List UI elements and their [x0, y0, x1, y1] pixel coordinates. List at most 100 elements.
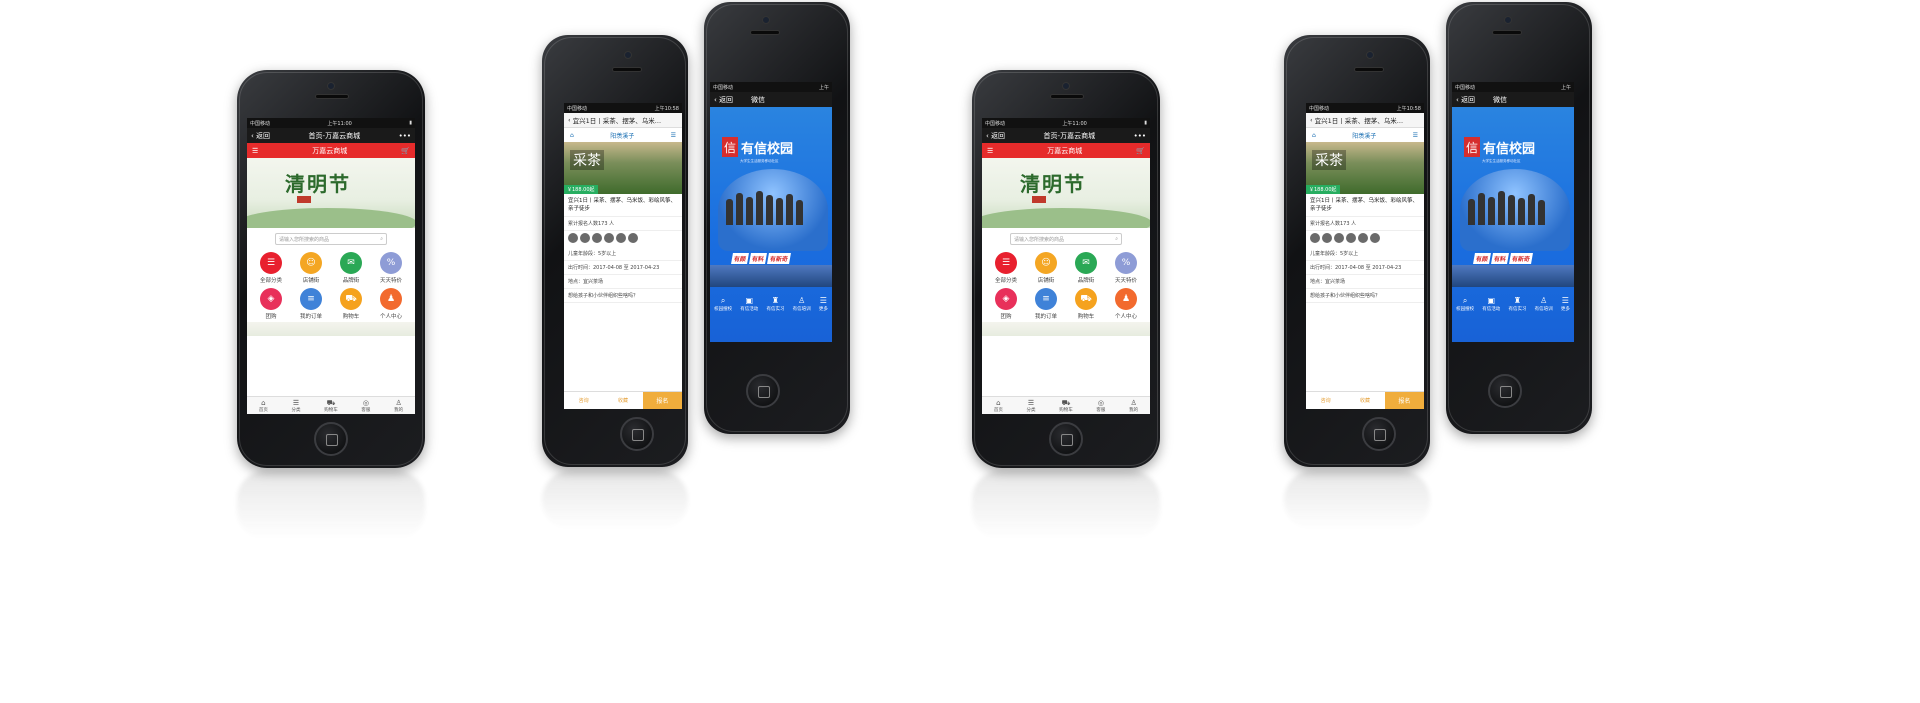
grid-item-daily-deals[interactable]: % 天天特价	[371, 252, 411, 284]
banner-hill	[247, 208, 415, 228]
status-bar: 中国移动 上午	[710, 82, 832, 92]
grid-item-orders[interactable]: ≡ 我的订单	[1026, 288, 1066, 320]
tab-home[interactable]: ⌂ 首页	[259, 399, 268, 413]
screen-shop: 中国移动 上午11:00 ▮ ‹ 返回 首页-万嘉云商城 ••• ☰ 万嘉云商城…	[982, 118, 1150, 414]
contact-button[interactable]: 咨询	[1306, 392, 1345, 409]
home-button[interactable]	[1362, 417, 1396, 451]
tab-categories[interactable]: ☰ 分类	[1027, 399, 1036, 413]
city-skyline	[710, 265, 832, 287]
back-button[interactable]: ‹ 返回	[251, 131, 270, 141]
banner-text: 采茶	[1312, 150, 1346, 170]
grid-label: 天天特价	[1114, 278, 1137, 284]
menu-search[interactable]: ⌕ 校园搜校	[714, 296, 732, 312]
grid-item-orders[interactable]: ≡ 我的订单	[291, 288, 331, 320]
cart-icon: ⛟	[326, 398, 336, 407]
people-icon: ♜	[771, 296, 780, 305]
back-button[interactable]: ‹ 返回	[714, 95, 733, 105]
grid-label: 个人中心	[1114, 314, 1137, 320]
avatar	[1334, 233, 1344, 243]
phone-campus-1: 中国移动 上午 ‹ 返回 微信 信 有信校园 大学生生活服务移动社区 有颜 有料…	[704, 2, 850, 434]
clock: 上午	[1560, 84, 1571, 91]
place-row: 地点：宜兴茶场	[564, 275, 682, 289]
home-button[interactable]	[1488, 374, 1522, 408]
signup-button[interactable]: 报名	[642, 392, 682, 409]
campus-logo: 信 有信校园	[722, 137, 793, 157]
menu-icon[interactable]: ☰	[987, 147, 993, 155]
home-button[interactable]	[314, 422, 348, 456]
person-icon: ♙	[1540, 296, 1548, 305]
menu-label: 校园搜校	[714, 307, 733, 312]
home-icon[interactable]: ⌂	[570, 132, 574, 139]
tab-service[interactable]: ◎ 客服	[361, 399, 370, 413]
search-icon: ⌕	[720, 296, 726, 305]
menu-icon[interactable]: ☰	[252, 147, 258, 155]
question-row[interactable]: 想给孩子和小伙伴组织些啥吗？	[564, 289, 682, 303]
grid-item-brands[interactable]: ✉ 品牌街	[331, 252, 371, 284]
menu-internship[interactable]: ♜ 有信实习	[766, 296, 784, 312]
more-button[interactable]: •••	[1134, 132, 1146, 140]
tab-mine[interactable]: ♙ 我的	[394, 399, 403, 413]
slogan: 有料	[1491, 253, 1510, 264]
menu-icon[interactable]: ☰	[671, 132, 676, 139]
menu-search[interactable]: ⌕ 校园搜校	[1456, 296, 1474, 312]
camera	[1504, 16, 1512, 24]
tab-service[interactable]: ◎ 客服	[1096, 399, 1105, 413]
home-button[interactable]	[620, 417, 654, 451]
menu-training[interactable]: ♙ 有信培训	[1535, 296, 1553, 312]
cart-icon[interactable]: 🛒	[1136, 147, 1145, 155]
grid-item-stores[interactable]: ☺ 店铺街	[291, 252, 331, 284]
status-bar: 中国移动 上午10:58	[1306, 103, 1424, 113]
menu-activities[interactable]: ▣ 有信活动	[1482, 296, 1500, 312]
menu-training[interactable]: ♙ 有信培训	[793, 296, 811, 312]
grid-item-group-buy[interactable]: ◈ 团购	[986, 288, 1026, 320]
reflection	[542, 470, 688, 530]
grid-item-stores[interactable]: ☺ 店铺街	[1026, 252, 1066, 284]
grid-item-daily-deals[interactable]: % 天天特价	[1106, 252, 1146, 284]
promo-banner[interactable]: 清明节	[982, 158, 1150, 228]
search-input[interactable]: 请输入您所搜索的商品 ⌕	[275, 233, 387, 245]
grid-item-cart[interactable]: ⛟ 购物车	[1066, 288, 1106, 320]
grid-item-profile[interactable]: ♟ 个人中心	[371, 288, 411, 320]
search-input[interactable]: 请输入您所搜索的商品 ⌕	[1010, 233, 1122, 245]
promo-banner[interactable]: 清明节	[247, 158, 415, 228]
grid-item-cart[interactable]: ⛟ 购物车	[331, 288, 371, 320]
contact-button[interactable]: 咨询	[564, 392, 603, 409]
tab-cart[interactable]: ⛟ 购物车	[324, 399, 338, 413]
back-button[interactable]: ‹ 返回	[986, 131, 1005, 141]
home-icon[interactable]: ⌂	[1312, 132, 1316, 139]
tab-mine[interactable]: ♙ 我的	[1129, 399, 1138, 413]
menu-more[interactable]: ☰ 更多	[819, 296, 828, 312]
back-button[interactable]: ‹ 返回	[1456, 95, 1475, 105]
menu-icon[interactable]: ☰	[1413, 132, 1418, 139]
tab-categories[interactable]: ☰ 分类	[292, 399, 301, 413]
cart-icon[interactable]: 🛒	[401, 147, 410, 155]
grid-item-profile[interactable]: ♟ 个人中心	[1106, 288, 1146, 320]
home-button[interactable]	[1049, 422, 1083, 456]
search-icon[interactable]: ⌕	[1115, 236, 1118, 242]
more-button[interactable]: •••	[399, 132, 411, 140]
tab-label: 客服	[1096, 407, 1106, 413]
favorite-button[interactable]: 收藏	[603, 392, 642, 409]
status-bar: 中国移动 上午11:00 ▮	[247, 118, 415, 128]
home-button[interactable]	[746, 374, 780, 408]
image-icon: ▣	[1487, 296, 1496, 305]
menu-activities[interactable]: ▣ 有信活动	[740, 296, 758, 312]
menu-more[interactable]: ☰ 更多	[1561, 296, 1570, 312]
grid-item-group-buy[interactable]: ◈ 团购	[251, 288, 291, 320]
signup-button[interactable]: 报名	[1384, 392, 1424, 409]
signup-count: 累计报名人数173 人	[564, 217, 682, 231]
search-placeholder: 请输入您所搜索的商品	[1014, 236, 1065, 243]
favorite-button[interactable]: 收藏	[1345, 392, 1384, 409]
grid-item-all-categories[interactable]: ☰ 全部分类	[251, 252, 291, 284]
page-title: 首页-万嘉云商城	[308, 131, 361, 140]
tab-cart[interactable]: ⛟ 购物车	[1059, 399, 1073, 413]
grid-item-brands[interactable]: ✉ 品牌街	[1066, 252, 1106, 284]
grid-item-all-categories[interactable]: ☰ 全部分类	[986, 252, 1026, 284]
phone-shop-1: 中国移动 上午11:00 ▮ ‹ 返回 首页-万嘉云商城 ••• ☰ 万嘉云商城…	[237, 70, 425, 468]
search-icon[interactable]: ⌕	[380, 236, 383, 242]
tab-label: 分类	[1026, 407, 1036, 413]
tab-home[interactable]: ⌂ 首页	[994, 399, 1003, 413]
question-row[interactable]: 想给孩子和小伙伴组织些啥吗？	[1306, 289, 1424, 303]
menu-internship[interactable]: ♜ 有信实习	[1508, 296, 1526, 312]
grid-label: 我的订单	[1034, 314, 1057, 320]
